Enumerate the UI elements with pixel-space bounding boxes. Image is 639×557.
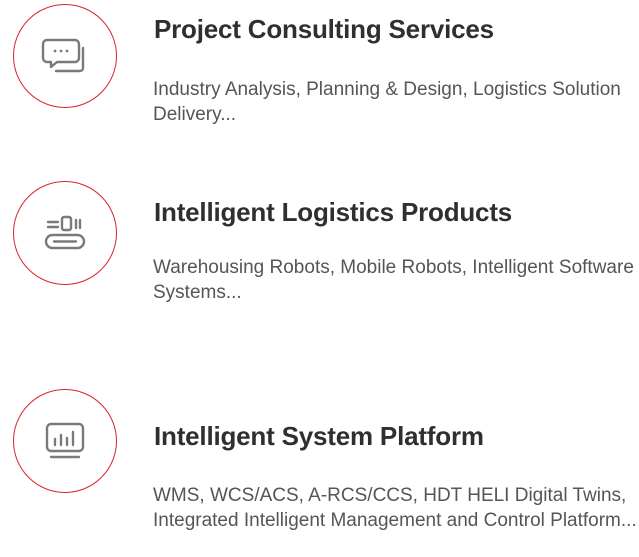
icon-circle <box>13 181 117 285</box>
service-title: Intelligent System Platform <box>154 421 484 451</box>
robot-conveyor-icon <box>44 215 86 250</box>
chat-bubbles-icon <box>41 38 85 73</box>
service-description: Warehousing Robots, Mobile Robots, Intel… <box>153 257 634 303</box>
service-title: Project Consulting Services <box>154 14 494 44</box>
service-description: Industry Analysis, Planning & Design, Lo… <box>153 79 621 125</box>
icon-circle <box>13 389 117 493</box>
service-description: WMS, WCS/ACS, A-RCS/CCS, HDT HELI Digita… <box>153 485 637 531</box>
monitor-chart-icon <box>45 422 85 459</box>
icon-circle <box>13 4 117 108</box>
services-list: Project Consulting Services Industry Ana… <box>0 0 639 557</box>
service-title: Intelligent Logistics Products <box>154 197 513 227</box>
